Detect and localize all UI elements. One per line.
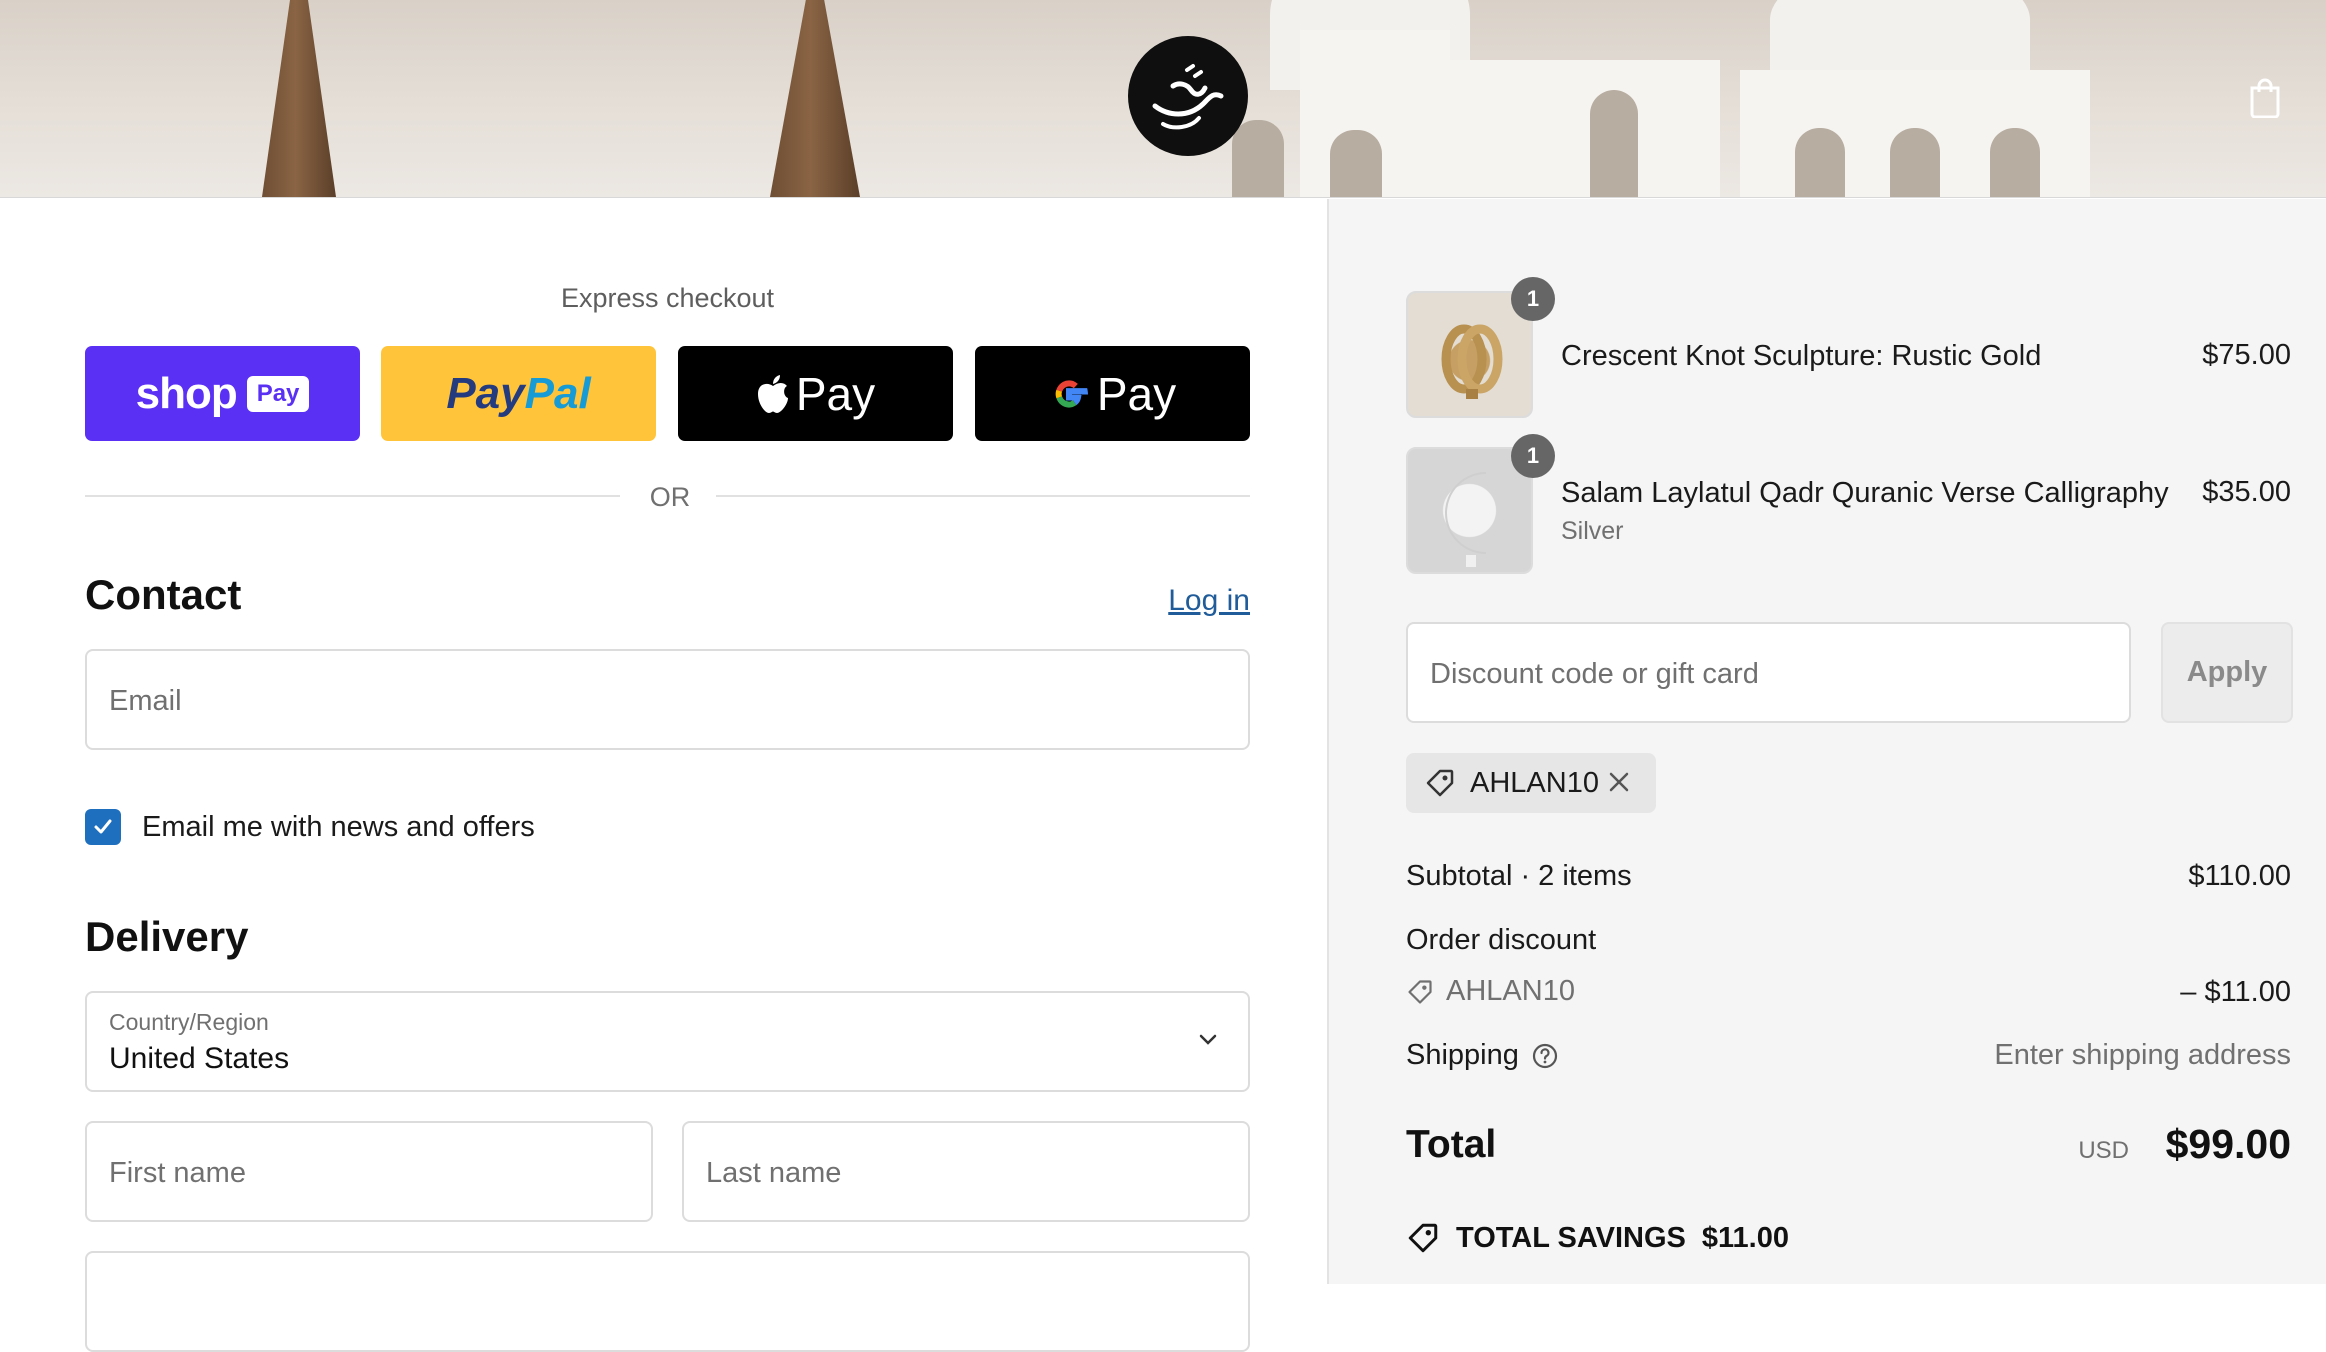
apple-pay-text: Pay: [795, 367, 876, 420]
google-g-icon: [1055, 379, 1088, 408]
tag-icon: [1408, 1223, 1438, 1253]
item-price: $75.00: [2202, 339, 2291, 371]
divider-left: [85, 495, 620, 497]
shipping-label: Shipping: [1406, 1039, 1519, 1071]
subtotal-label: Subtotal · 2 items: [1406, 860, 1632, 892]
apply-discount-button[interactable]: Apply: [2161, 622, 2293, 723]
contact-heading: Contact: [85, 571, 242, 618]
banner-arch: [1590, 90, 1638, 197]
banner-vase-right: [770, 0, 860, 197]
last-name-field[interactable]: Last name: [682, 1121, 1250, 1222]
newsletter-label: Email me with news and offers: [142, 811, 535, 843]
country-value: United States: [109, 1042, 290, 1075]
banner-dome: [1770, 0, 2030, 80]
country-select[interactable]: Country/Region United States: [85, 991, 1250, 1092]
paypal-text-pal: Pal: [524, 368, 591, 418]
first-name-field[interactable]: First name: [85, 1121, 653, 1222]
shop-pay-badge: Pay: [246, 375, 310, 412]
item-name: Crescent Knot Sculpture: Rustic Gold: [1561, 340, 2042, 372]
banner-arch: [1330, 130, 1382, 197]
header-banner: [0, 0, 2326, 198]
divider-or-text: OR: [649, 482, 691, 512]
store-logo[interactable]: [1128, 36, 1248, 156]
applied-discount-chip: AHLAN10: [1406, 753, 1656, 813]
tag-icon: [1408, 979, 1432, 1004]
order-summary: 1 Crescent Knot Sculpture: Rustic Gold $…: [1327, 199, 2326, 1284]
apple-logo-icon: [757, 374, 788, 413]
last-name-placeholder: Last name: [706, 1157, 842, 1189]
log-in-link[interactable]: Log in: [1168, 584, 1250, 618]
google-pay-button[interactable]: Pay: [975, 346, 1250, 441]
google-pay-text: Pay: [1096, 367, 1177, 420]
chevron-down-icon: [1199, 1034, 1217, 1045]
shop-pay-text: shop: [135, 368, 238, 418]
checkout-form: Express checkout shop Pay Pay Pal Pay Pay…: [0, 199, 1327, 1352]
first-name-placeholder: First name: [109, 1157, 246, 1189]
paypal-button[interactable]: Pay Pal: [381, 346, 656, 441]
shopping-bag-icon[interactable]: [2248, 76, 2282, 118]
delivery-heading: Delivery: [85, 913, 249, 960]
shop-pay-button[interactable]: shop Pay: [85, 346, 360, 441]
express-checkout-title: Express checkout: [560, 283, 775, 313]
quantity-badge: 1: [1511, 434, 1555, 478]
address-field[interactable]: [85, 1251, 1250, 1352]
applied-code: AHLAN10: [1470, 766, 1599, 799]
remove-discount-icon[interactable]: [1604, 767, 1634, 797]
total-savings-value: $11.00: [1701, 1221, 1789, 1254]
total-label: Total: [1406, 1123, 1497, 1166]
order-discount-value: – $11.00: [2180, 976, 2291, 1008]
discount-code-input[interactable]: Discount code or gift card: [1406, 622, 2131, 723]
shipping-value: Enter shipping address: [1994, 1039, 2291, 1071]
apple-pay-button[interactable]: Pay: [678, 346, 953, 441]
item-name: Salam Laylatul Qadr Quranic Verse Callig…: [1561, 477, 2169, 509]
quantity-badge: 1: [1511, 277, 1555, 321]
total-currency: USD: [2078, 1137, 2129, 1164]
paypal-text-pay: Pay: [446, 368, 525, 418]
subtotal-value: $110.00: [2188, 860, 2291, 892]
divider-right: [716, 495, 1250, 497]
help-circle-icon[interactable]: [1531, 1042, 1559, 1070]
item-price: $35.00: [2202, 476, 2291, 508]
calligraphy-logo-icon: [1152, 64, 1224, 130]
newsletter-checkbox[interactable]: [85, 809, 121, 845]
email-placeholder: Email: [109, 685, 182, 717]
banner-vase-left: [262, 0, 336, 197]
item-variant: Silver: [1561, 517, 1624, 545]
country-label: Country/Region: [109, 1009, 269, 1035]
total-savings-row: TOTAL SAVINGS $11.00: [1406, 1221, 1789, 1255]
checkmark-icon: [94, 819, 112, 834]
tag-icon: [1426, 769, 1454, 797]
banner-block: [1450, 60, 1720, 197]
total-savings-label: TOTAL SAVINGS: [1456, 1221, 1686, 1254]
banner-arch: [1795, 128, 1845, 197]
banner-arch: [1232, 120, 1284, 197]
banner-arch: [1890, 128, 1940, 197]
shipping-row: Shipping: [1406, 1039, 1559, 1072]
total-amount: $99.00: [2165, 1121, 2291, 1167]
order-discount-code: AHLAN10: [1446, 975, 1575, 1007]
email-field[interactable]: Email: [85, 649, 1250, 750]
order-discount-code-row: AHLAN10: [1406, 975, 1575, 1008]
banner-arch: [1990, 128, 2040, 197]
order-discount-label: Order discount: [1406, 924, 1597, 956]
discount-placeholder: Discount code or gift card: [1430, 658, 1759, 690]
